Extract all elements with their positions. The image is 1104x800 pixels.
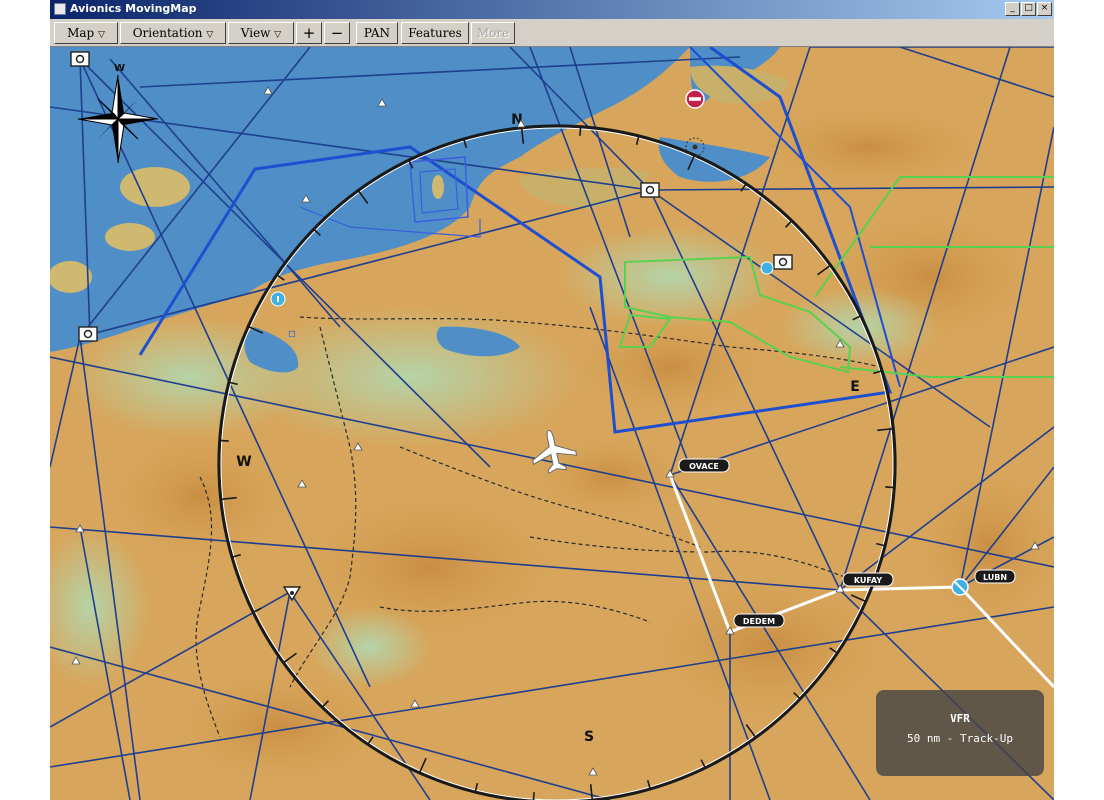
airport-icon [951, 578, 969, 596]
minimize-button[interactable]: _ [1005, 2, 1020, 16]
info-icon [270, 291, 286, 307]
flight-mode: VFR [950, 712, 970, 725]
zoom-in-button[interactable]: + [296, 22, 322, 44]
compass-tick [579, 126, 582, 136]
vor-icon [78, 326, 98, 342]
map-menu-button[interactable]: Map ▽ [54, 22, 118, 44]
dropdown-arrow-icon: ▽ [98, 30, 105, 40]
waypoint-label-ovace: OVACE [678, 458, 730, 473]
no-entry-icon [685, 89, 705, 109]
view-menu-button[interactable]: View ▽ [228, 22, 294, 44]
svg-text:LUBN: LUBN [983, 573, 1007, 582]
vor-icon [640, 182, 660, 198]
corner-rose-label: W [114, 63, 125, 74]
toolbar: Map ▽ Orientation ▽ View ▽ + − PAN Featu… [50, 19, 1054, 47]
island [120, 167, 190, 207]
close-button[interactable]: × [1037, 2, 1052, 16]
vor-icon [773, 254, 793, 270]
cardinal-east: E [850, 379, 860, 395]
more-button: More [471, 22, 515, 44]
view-menu-label: View [240, 26, 271, 40]
svg-text:OVACE: OVACE [689, 462, 719, 471]
svg-text:KUFAY: KUFAY [854, 576, 883, 585]
orientation-menu-button[interactable]: Orientation ▽ [120, 22, 226, 44]
svg-text:DEDEM: DEDEM [743, 617, 775, 626]
compass-tick [885, 486, 895, 489]
dropdown-arrow-icon: ▽ [274, 30, 282, 40]
status-panel: VFR 50 nm - Track-Up [876, 690, 1044, 776]
waypoint-label-dedem: DEDEM [733, 613, 785, 628]
app-window: Avionics MovingMap _ □ × Map ▽ Orientati… [50, 0, 1054, 800]
waypoint-label-kufay: KUFAY [842, 572, 894, 587]
map-canvas[interactable]: N E S W W ▫ OVACE KUFAY DEDEM LUBN [50, 47, 1054, 800]
info-icon [760, 261, 774, 275]
island [50, 261, 92, 293]
waypoint-label-lubn: LUBN [974, 569, 1016, 584]
island [432, 175, 444, 199]
pan-button[interactable]: PAN [356, 22, 398, 44]
vor-icon [70, 51, 90, 67]
app-icon [54, 3, 66, 15]
map-menu-label: Map [67, 26, 95, 40]
features-button[interactable]: Features [401, 22, 469, 44]
window-title: Avionics MovingMap [70, 2, 197, 15]
zoom-out-button[interactable]: − [324, 22, 350, 44]
airport-marker: ▫ [288, 326, 296, 340]
range-orientation: 50 nm - Track-Up [907, 732, 1013, 745]
orientation-menu-label: Orientation [132, 26, 203, 40]
island [105, 223, 155, 251]
cardinal-west: W [236, 454, 251, 470]
cardinal-south: S [584, 729, 594, 745]
dropdown-arrow-icon: ▽ [206, 30, 214, 40]
maximize-button[interactable]: □ [1021, 2, 1036, 16]
compass-tick [532, 792, 535, 800]
title-bar[interactable]: Avionics MovingMap _ □ × [50, 0, 1054, 19]
compass-tick [219, 439, 229, 442]
moving-map[interactable]: N E S W W ▫ OVACE KUFAY DEDEM LUBN VFR 5… [50, 47, 1054, 800]
